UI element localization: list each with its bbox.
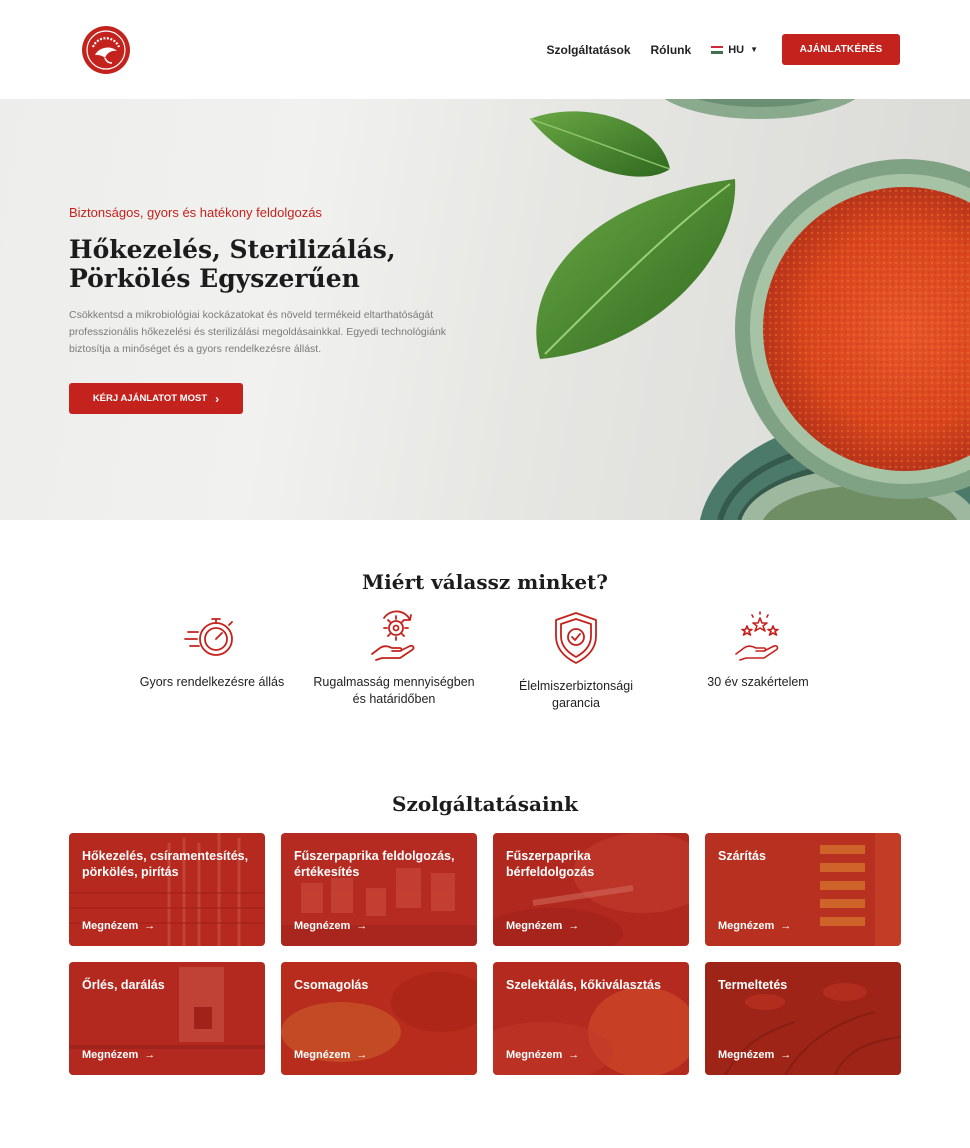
hero-title: Hőkezelés, Sterilizálás, Pörkölés Egysze… [69, 235, 469, 293]
service-card-link[interactable]: Megnézem → [718, 920, 791, 932]
request-quote-button[interactable]: AJÁNLATKÉRÉS [782, 34, 900, 65]
service-card-sorting[interactable]: Szelektálás, kőkiválasztás Megnézem → [493, 962, 689, 1075]
service-card-title: Szárítás [718, 849, 766, 863]
feature-label: Rugalmasság mennyiségben és határidőben [313, 675, 475, 706]
service-card-link[interactable]: Megnézem → [294, 1049, 367, 1061]
arrow-right-icon: → [356, 920, 368, 932]
nav-services-link[interactable]: Szolgáltatások [546, 43, 630, 57]
gear-hand-icon [371, 610, 415, 661]
language-code: HU [728, 43, 745, 56]
hero-quote-button[interactable]: KÉRJ AJÁNLATOT MOST › [69, 383, 243, 414]
service-card-paprika-processing[interactable]: Fűszerpaprika feldolgozás, értékesítés M… [281, 833, 477, 946]
stars-hand-icon [735, 611, 779, 661]
service-card-title: Őrlés, darálás [82, 978, 165, 992]
arrow-right-icon: → [780, 1049, 792, 1061]
arrow-right-icon: → [568, 920, 580, 932]
service-card-heat-treatment[interactable]: Hőkezelés, csíramentesítés, pörkölés, pi… [69, 833, 265, 946]
shield-check-icon [555, 612, 597, 664]
feature-label: Élelmiszerbiztonsági garancia [519, 679, 633, 710]
chevron-right-icon: › [215, 391, 220, 406]
service-card-title: Termeltetés [718, 978, 788, 992]
arrow-right-icon: → [356, 1049, 368, 1061]
brand-logo[interactable] [81, 25, 131, 75]
hero-quote-button-label: KÉRJ AJÁNLATOT MOST [92, 393, 208, 404]
site-header: Szolgáltatások Rólunk HU ▼ AJÁNLATKÉRÉS [0, 0, 970, 99]
service-card-title: Szelektálás, kőkiválasztás [506, 978, 661, 992]
service-card-cultivation[interactable]: Termeltetés Megnézem → [705, 962, 901, 1075]
service-card-grinding[interactable]: Őrlés, darálás Megnézem → [69, 962, 265, 1075]
feature-experience: 30 év szakértelem [668, 610, 848, 691]
service-card-link[interactable]: Megnézem → [718, 1049, 791, 1061]
arrow-right-icon: → [780, 920, 792, 932]
service-card-title: Hőkezelés, csíramentesítés, pörkölés, pi… [82, 849, 249, 879]
feature-food-safety: Élelmiszerbiztonsági garancia [486, 610, 666, 712]
nav-about-link[interactable]: Rólunk [651, 43, 692, 57]
caret-down-icon: ▼ [750, 45, 758, 54]
hero-title-line1: Hőkezelés, Sterilizálás, [69, 235, 396, 264]
arrow-right-icon: → [144, 1049, 156, 1061]
service-card-drying[interactable]: Szárítás Megnézem → [705, 833, 901, 946]
service-card-link[interactable]: Megnézem → [506, 1049, 579, 1061]
hero-kicker: Biztonságos, gyors és hatékony feldolgoz… [69, 205, 322, 220]
stopwatch-icon [184, 618, 233, 656]
feature-flexibility: Rugalmasság mennyiségben és határidőben [304, 610, 484, 708]
hungary-flag-icon [711, 45, 724, 54]
hero-description: Csökkentsd a mikrobiológiai kockázatokat… [69, 309, 447, 355]
service-card-link[interactable]: Megnézem → [294, 920, 367, 932]
service-card-title: Csomagolás [294, 978, 369, 992]
main-nav: Szolgáltatások Rólunk HU ▼ AJÁNLATKÉRÉS [546, 34, 900, 65]
feature-label: 30 év szakértelem [707, 675, 809, 689]
service-card-packaging[interactable]: Csomagolás Megnézem → [281, 962, 477, 1075]
services-title: Szolgáltatásaink [392, 792, 578, 816]
feature-fast-availability: Gyors rendelkezésre állás [122, 610, 302, 691]
service-card-title: Fűszerpaprika feldolgozás, értékesítés [294, 849, 455, 879]
service-card-link[interactable]: Megnézem → [82, 920, 155, 932]
hero-title-line2: Pörkölés Egyszerűen [69, 264, 360, 293]
arrow-right-icon: → [144, 920, 156, 932]
service-card-title: Fűszerpaprika bérfeldolgozás [506, 849, 595, 879]
service-card-contract-processing[interactable]: Fűszerpaprika bérfeldolgozás Megnézem → [493, 833, 689, 946]
feature-label: Gyors rendelkezésre állás [139, 675, 285, 689]
service-card-link[interactable]: Megnézem → [506, 920, 579, 932]
language-selector[interactable]: HU ▼ [711, 44, 758, 56]
why-us-title: Miért válassz minket? [361, 570, 608, 594]
arrow-right-icon: → [568, 1049, 580, 1061]
hero-section: Biztonságos, gyors és hatékony feldolgoz… [0, 99, 970, 520]
service-card-link[interactable]: Megnézem → [82, 1049, 155, 1061]
